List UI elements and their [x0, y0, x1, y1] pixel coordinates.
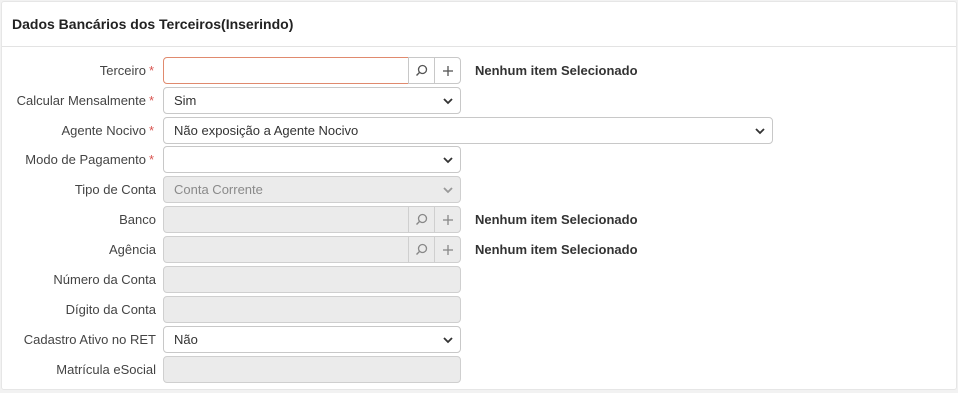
label-modo-pagamento: Modo de Pagamento: [25, 152, 146, 167]
row-terceiro: Terceiro * Nenhum item Selecionado: [2, 57, 956, 84]
required-marker: *: [149, 93, 155, 108]
row-banco: Banco Nenhum item Selecionado: [2, 206, 956, 233]
panel-header: Dados Bancários dos Terceiros(Inserindo): [2, 2, 956, 47]
panel-title: Dados Bancários dos Terceiros(Inserindo): [12, 16, 294, 32]
cadastro-ret-select[interactable]: Não: [163, 326, 461, 353]
row-numero-conta: Número da Conta: [2, 266, 956, 293]
chevron-down-icon: [443, 98, 453, 105]
plus-icon: [442, 65, 453, 76]
banco-add-button[interactable]: [434, 206, 461, 233]
bank-data-panel: Dados Bancários dos Terceiros(Inserindo)…: [1, 1, 957, 390]
matricula-esocial-input[interactable]: [163, 356, 461, 383]
agencia-selection-note: Nenhum item Selecionado: [475, 242, 638, 257]
required-marker: *: [149, 123, 155, 138]
chevron-down-icon: [443, 157, 453, 164]
terceiro-search-button[interactable]: [408, 57, 434, 84]
label-cadastro-ret: Cadastro Ativo no RET: [23, 332, 156, 347]
plus-icon: [442, 244, 453, 255]
tipo-conta-select[interactable]: Conta Corrente: [163, 176, 461, 203]
terceiro-selection-note: Nenhum item Selecionado: [475, 63, 638, 78]
row-tipo-conta: Tipo de Conta Conta Corrente: [2, 176, 956, 203]
required-marker: *: [149, 63, 155, 78]
agencia-search-button[interactable]: [408, 236, 434, 263]
chevron-down-icon: [443, 337, 453, 344]
label-terceiro: Terceiro: [99, 63, 146, 78]
calcular-mensalmente-select[interactable]: Sim: [163, 87, 461, 114]
terceiro-input[interactable]: [163, 57, 409, 84]
label-matricula-esocial: Matrícula eSocial: [56, 362, 156, 377]
row-cadastro-ret: Cadastro Ativo no RET Não: [2, 326, 956, 353]
banco-selection-note: Nenhum item Selecionado: [475, 212, 638, 227]
required-marker: *: [149, 152, 155, 167]
terceiro-add-button[interactable]: [434, 57, 461, 84]
label-numero-conta: Número da Conta: [53, 272, 156, 287]
row-digito-conta: Dígito da Conta: [2, 296, 956, 323]
banco-input[interactable]: [163, 206, 409, 233]
label-agencia: Agência: [109, 242, 156, 257]
label-agente-nocivo: Agente Nocivo: [61, 123, 146, 138]
agencia-input[interactable]: [163, 236, 409, 263]
search-icon: [416, 64, 428, 76]
row-calcular-mensalmente: Calcular Mensalmente * Sim: [2, 87, 956, 114]
row-modo-pagamento: Modo de Pagamento *: [2, 146, 956, 173]
modo-pagamento-select[interactable]: [163, 146, 461, 173]
chevron-down-icon: [755, 128, 765, 135]
plus-icon: [442, 214, 453, 225]
agente-nocivo-select[interactable]: Não exposição a Agente Nocivo: [163, 117, 773, 144]
row-matricula-esocial: Matrícula eSocial: [2, 356, 956, 383]
numero-conta-input[interactable]: [163, 266, 461, 293]
label-digito-conta: Dígito da Conta: [65, 302, 156, 317]
search-icon: [416, 213, 428, 225]
row-agencia: Agência Nenhum item Selecionado: [2, 236, 956, 263]
digito-conta-input[interactable]: [163, 296, 461, 323]
agencia-add-button[interactable]: [434, 236, 461, 263]
label-calcular-mensalmente: Calcular Mensalmente: [16, 93, 146, 108]
banco-search-button[interactable]: [408, 206, 434, 233]
label-banco: Banco: [119, 212, 156, 227]
chevron-down-icon: [443, 187, 453, 194]
row-agente-nocivo: Agente Nocivo * Não exposição a Agente N…: [2, 117, 956, 144]
search-icon: [416, 243, 428, 255]
label-tipo-conta: Tipo de Conta: [74, 182, 156, 197]
